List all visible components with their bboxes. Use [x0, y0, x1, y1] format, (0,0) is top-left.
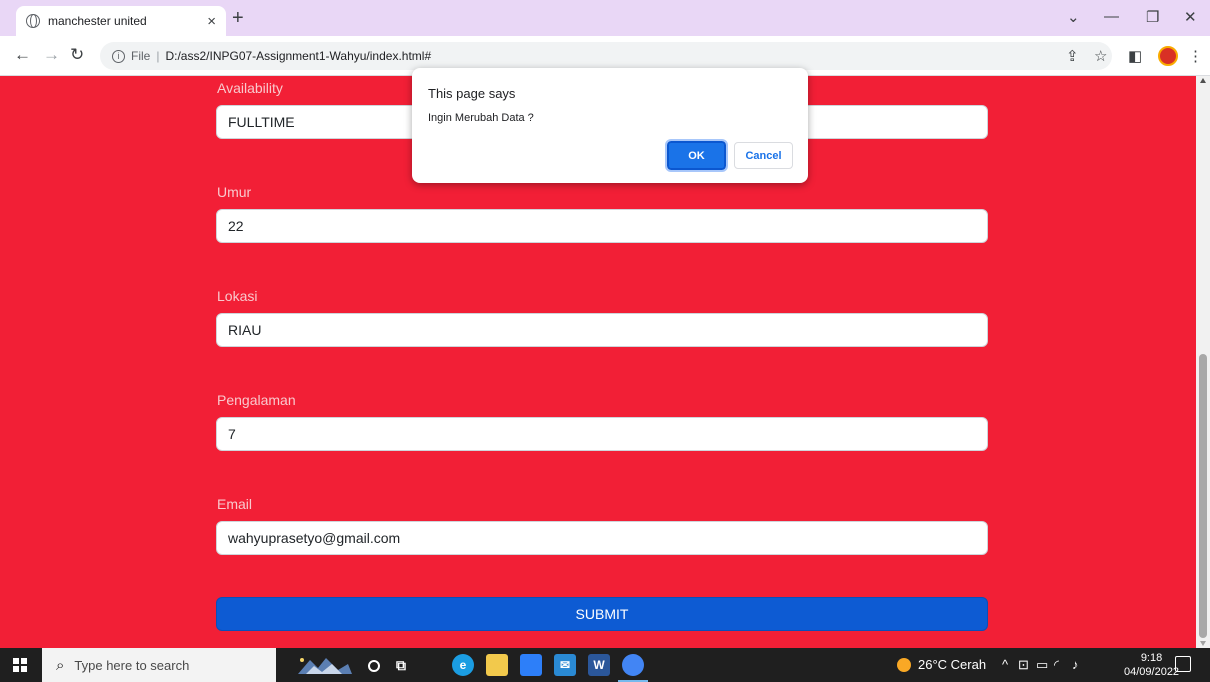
cortana-icon[interactable] — [368, 660, 380, 672]
clock-time: 9:18 — [1140, 652, 1163, 664]
close-window-button[interactable]: ✕ — [1184, 8, 1197, 26]
confirm-dialog: This page says Ingin Merubah Data ? OK C… — [412, 68, 808, 183]
search-highlight-image-icon[interactable] — [292, 652, 354, 678]
lokasi-label: Lokasi — [217, 288, 258, 304]
wifi-icon[interactable]: ◜ — [1054, 657, 1059, 673]
url-text: D:/ass2/INPG07-Assignment1-Wahyu/index.h… — [165, 49, 432, 63]
forward-arrow-icon[interactable]: → — [43, 45, 60, 65]
taskbar-search-placeholder: Type here to search — [74, 657, 190, 673]
umur-label: Umur — [217, 184, 252, 200]
scroll-thumb[interactable] — [1199, 354, 1207, 638]
dialog-title: This page says — [428, 86, 516, 101]
scroll-up-icon[interactable] — [1200, 78, 1206, 83]
file-explorer-icon[interactable] — [486, 654, 508, 676]
word-icon[interactable]: W — [588, 654, 610, 676]
tray-chevron-up-icon[interactable]: ^ — [1002, 657, 1008, 672]
windows-taskbar: ⌕ Type here to search ⧉ e ✉ W 26°C Cerah… — [0, 648, 1210, 682]
clock-date: 04/09/2022 — [1124, 666, 1180, 678]
browser-tab[interactable]: manchester united × — [16, 6, 226, 36]
bookmark-star-icon[interactable]: ☆ — [1094, 47, 1107, 65]
taskbar-clock[interactable]: 9:18 04/09/2022 — [1124, 651, 1179, 679]
umur-input[interactable] — [216, 209, 988, 243]
address-bar[interactable]: i File | D:/ass2/INPG07-Assignment1-Wahy… — [100, 42, 1112, 70]
back-arrow-icon[interactable]: ← — [14, 45, 31, 65]
notification-center-icon[interactable] — [1175, 656, 1191, 672]
menu-kebab-icon[interactable]: ⋮ — [1188, 47, 1203, 65]
weather-sun-icon[interactable] — [897, 658, 911, 672]
mail-icon[interactable]: ✉ — [554, 654, 576, 676]
globe-icon — [26, 14, 40, 28]
tab-close-button[interactable]: × — [207, 13, 216, 30]
profile-avatar[interactable] — [1158, 46, 1178, 66]
battery-icon[interactable]: ▭ — [1036, 657, 1048, 673]
page-scrollbar[interactable] — [1196, 76, 1210, 648]
lokasi-input[interactable] — [216, 313, 988, 347]
email-input[interactable] — [216, 521, 988, 555]
browser-tab-strip: manchester united × + ⌄ — ❐ ✕ — [0, 0, 1210, 36]
search-icon: ⌕ — [56, 656, 65, 674]
pengalaman-label: Pengalaman — [217, 392, 296, 408]
taskbar-search-box[interactable]: ⌕ Type here to search — [42, 648, 276, 682]
windows-start-icon[interactable] — [13, 658, 27, 672]
info-icon[interactable]: i — [112, 49, 125, 63]
submit-button[interactable]: SUBMIT — [216, 597, 988, 631]
url-separator: | — [156, 49, 160, 63]
new-tab-button[interactable]: + — [232, 7, 244, 30]
email-label: Email — [217, 496, 253, 512]
weather-text[interactable]: 26°C Cerah — [918, 657, 986, 672]
dialog-ok-button[interactable]: OK — [665, 139, 728, 172]
tab-search-chevron-icon[interactable]: ⌄ — [1067, 8, 1080, 26]
meet-now-icon[interactable]: ⊡ — [1018, 657, 1029, 673]
pengalaman-input[interactable] — [216, 417, 988, 451]
task-view-icon[interactable]: ⧉ — [390, 654, 412, 676]
minimize-button[interactable]: — — [1104, 8, 1119, 25]
volume-icon[interactable]: ♪ — [1072, 657, 1079, 672]
dialog-cancel-button[interactable]: Cancel — [734, 142, 793, 169]
chrome-icon[interactable] — [622, 654, 644, 676]
availability-label: Availability — [217, 80, 283, 96]
side-panel-icon[interactable]: ◧ — [1128, 47, 1142, 65]
restore-button[interactable]: ❐ — [1146, 8, 1159, 26]
reload-icon[interactable]: ↻ — [70, 45, 84, 65]
dialog-message: Ingin Merubah Data ? — [428, 112, 534, 124]
share-icon[interactable]: ⇪ — [1066, 47, 1079, 65]
tab-title: manchester united — [48, 14, 147, 28]
edge-browser-icon[interactable]: e — [452, 654, 474, 676]
scroll-down-icon[interactable] — [1200, 641, 1206, 646]
url-scheme: File — [131, 49, 151, 63]
microsoft-store-icon[interactable] — [520, 654, 542, 676]
